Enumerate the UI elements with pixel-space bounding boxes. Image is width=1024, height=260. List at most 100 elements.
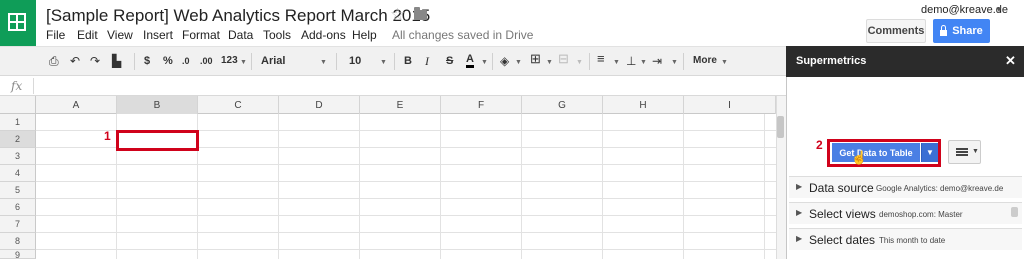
section-value: demoshop.com: Master	[879, 210, 963, 219]
increase-decimals-button[interactable]: .00	[200, 54, 213, 68]
redo-icon[interactable]: ↷	[90, 54, 100, 68]
toolbar-divider	[683, 53, 684, 70]
menu-format[interactable]: Format	[182, 28, 220, 42]
section-select-dates[interactable]: ▶ Select dates This month to date	[789, 228, 1022, 250]
chevron-down-icon[interactable]: ▼	[613, 56, 620, 70]
text-color-button[interactable]: A	[466, 54, 474, 68]
percent-format-button[interactable]: %	[163, 54, 173, 68]
toolbar-divider	[589, 53, 590, 70]
chevron-right-icon: ▶	[796, 208, 803, 217]
document-title[interactable]: [Sample Report] Web Analytics Report Mar…	[46, 6, 430, 26]
column-header-b[interactable]: B	[117, 96, 198, 114]
chevron-down-icon[interactable]: ▼	[546, 56, 553, 70]
hand-cursor-icon: ☝	[851, 150, 868, 165]
chevron-down-icon[interactable]: ▼	[481, 56, 488, 70]
fill-color-icon[interactable]: ◈	[500, 54, 509, 68]
row-header-7[interactable]: 7	[0, 216, 36, 233]
comments-button[interactable]: Comments	[866, 19, 926, 43]
chevron-down-icon[interactable]: ▼	[320, 56, 327, 70]
column-header-e[interactable]: E	[360, 96, 441, 114]
toolbar-divider	[492, 53, 493, 70]
strikethrough-button[interactable]: S	[446, 54, 453, 68]
section-select-views[interactable]: ▶ Select views demoshop.com: Master	[789, 202, 1022, 224]
bold-button[interactable]: B	[404, 54, 412, 68]
row-header-8[interactable]: 8	[0, 233, 36, 250]
borders-icon[interactable]: ⊞	[530, 52, 541, 66]
italic-button[interactable]: I	[425, 54, 429, 68]
column-header-i[interactable]: I	[684, 96, 776, 114]
section-label: Select views	[809, 207, 876, 221]
menu-add-ons[interactable]: Add-ons	[301, 28, 346, 42]
section-label: Select dates	[809, 233, 876, 247]
sidebar-menu-button[interactable]: ▼	[948, 140, 981, 164]
sheets-logo-icon[interactable]	[0, 0, 36, 46]
merge-cells-icon[interactable]: ⊟	[558, 52, 569, 66]
font-size-select[interactable]: 10	[349, 54, 361, 68]
share-label: Share	[952, 25, 983, 37]
menu-help[interactable]: Help	[352, 28, 377, 42]
toolbar: ⎙ ↶ ↷ ▙ $ % .0 .00 123 ▼ Arial ▼ 10 ▼ B …	[0, 46, 786, 76]
close-icon[interactable]: ✕	[1005, 53, 1016, 69]
toolbar-divider	[134, 53, 135, 70]
save-status: All changes saved in Drive	[392, 28, 534, 42]
toolbar-divider	[251, 53, 252, 70]
toolbar-divider	[336, 53, 337, 70]
chevron-down-icon[interactable]: ▼	[721, 56, 728, 70]
callout-number-1: 1	[104, 129, 111, 143]
get-data-to-table-button[interactable]: Get Data to Table	[832, 143, 920, 162]
folder-icon[interactable]	[414, 7, 427, 20]
font-family-select[interactable]: Arial	[261, 54, 285, 68]
number-format-button[interactable]: 123	[221, 54, 238, 68]
row-header-3[interactable]: 3	[0, 148, 36, 165]
menu-edit[interactable]: Edit	[77, 28, 98, 42]
menu-insert[interactable]: Insert	[143, 28, 173, 42]
align-left-icon[interactable]: ≡	[597, 52, 605, 66]
column-header-d[interactable]: D	[279, 96, 360, 114]
chevron-down-icon[interactable]: ▼	[576, 56, 583, 70]
column-header-h[interactable]: H	[603, 96, 684, 114]
menu-view[interactable]: View	[107, 28, 133, 42]
undo-icon[interactable]: ↶	[70, 54, 80, 68]
chevron-down-icon[interactable]: ▼	[380, 56, 387, 70]
row-header-1[interactable]: 1	[0, 114, 36, 131]
print-icon[interactable]: ⎙	[49, 54, 59, 68]
menu-file[interactable]: File	[46, 28, 65, 42]
row-header-6[interactable]: 6	[0, 199, 36, 216]
chevron-down-icon[interactable]: ▼	[240, 56, 247, 70]
chevron-down-icon[interactable]: ▼	[515, 56, 522, 70]
toolbar-divider	[394, 53, 395, 70]
sidebar-title: Supermetrics	[796, 55, 867, 67]
menu-tools[interactable]: Tools	[263, 28, 291, 42]
lock-icon	[940, 24, 948, 36]
formula-bar[interactable]	[0, 76, 786, 96]
paint-format-icon[interactable]: ▙	[112, 54, 121, 68]
share-button[interactable]: Share	[933, 19, 990, 43]
text-wrap-icon[interactable]: ⇥	[652, 54, 662, 68]
chevron-right-icon: ▶	[796, 234, 803, 243]
scrollbar-thumb[interactable]	[777, 116, 784, 138]
row-header-5[interactable]: 5	[0, 182, 36, 199]
decrease-decimals-button[interactable]: .0	[182, 54, 190, 68]
more-button[interactable]: More	[693, 54, 717, 68]
selected-cell-b2[interactable]	[116, 130, 199, 151]
column-header-c[interactable]: C	[198, 96, 279, 114]
row-header-9[interactable]: 9	[0, 250, 36, 260]
row-header-4[interactable]: 4	[0, 165, 36, 182]
column-header-f[interactable]: F	[441, 96, 522, 114]
section-data-source[interactable]: ▶ Data source Google Analytics: demo@kre…	[789, 176, 1022, 198]
account-caret-icon[interactable]: ▼	[995, 5, 1003, 14]
chevron-right-icon: ▶	[796, 182, 803, 191]
currency-format-button[interactable]: $	[144, 54, 150, 68]
chevron-down-icon[interactable]: ▼	[640, 56, 647, 70]
chevron-down-icon[interactable]: ▼	[671, 56, 678, 70]
column-header-a[interactable]: A	[36, 96, 117, 114]
select-all-corner[interactable]	[0, 96, 36, 114]
menu-data[interactable]: Data	[228, 28, 253, 42]
row-header-2[interactable]: 2	[0, 131, 36, 148]
sidebar-scrollbar[interactable]	[1011, 207, 1018, 217]
star-icon[interactable]: ☆	[390, 5, 405, 25]
column-header-g[interactable]: G	[522, 96, 603, 114]
fx-icon: fx	[11, 79, 23, 93]
vertical-align-icon[interactable]: ⊥	[626, 54, 636, 68]
chevron-down-icon[interactable]: ▼	[921, 143, 938, 162]
